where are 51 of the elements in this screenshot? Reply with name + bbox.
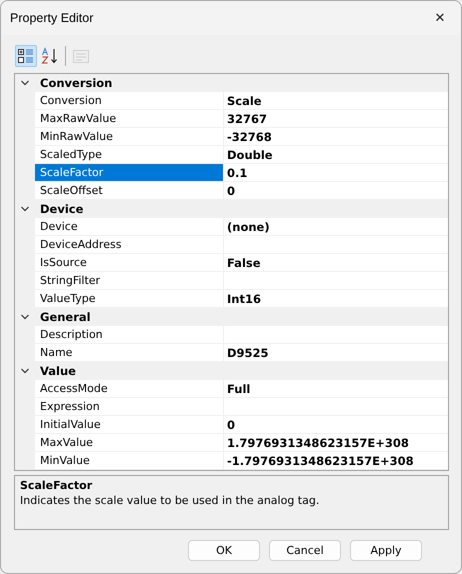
property-name[interactable]: ScaledType: [35, 146, 224, 163]
property-name[interactable]: Expression: [35, 398, 224, 415]
property-name[interactable]: DeviceAddress: [35, 236, 224, 253]
description-title: ScaleFactor: [20, 479, 94, 492]
category-header[interactable]: Conversion: [35, 76, 112, 90]
chevron-down-icon[interactable]: [20, 78, 30, 88]
property-name[interactable]: ScaleOffset: [35, 182, 224, 199]
property-name[interactable]: AccessMode: [35, 380, 224, 397]
property-name[interactable]: ScaleFactor: [35, 164, 224, 181]
categorized-icon: [17, 47, 35, 65]
property-value[interactable]: 0: [224, 416, 448, 433]
property-value[interactable]: 1.7976931348623157E+308: [224, 434, 448, 451]
property-name[interactable]: InitialValue: [35, 416, 224, 433]
window-title: Property Editor: [10, 11, 94, 25]
chevron-down-icon[interactable]: [20, 366, 30, 376]
property-value[interactable]: Int16: [224, 290, 448, 307]
property-value[interactable]: 0.1: [224, 164, 448, 181]
dialog-button[interactable]: Cancel: [269, 540, 341, 561]
categorized-button[interactable]: [15, 45, 37, 67]
property-value[interactable]: 32767: [224, 110, 448, 127]
category-header[interactable]: Device: [35, 202, 84, 216]
chevron-down-icon[interactable]: [20, 312, 30, 322]
chevron-down-icon[interactable]: [20, 204, 30, 214]
dialog-button[interactable]: OK: [188, 540, 260, 561]
property-name[interactable]: Conversion: [35, 92, 224, 109]
property-value[interactable]: Full: [224, 380, 448, 397]
property-value[interactable]: Scale: [224, 92, 448, 109]
property-name[interactable]: ValueType: [35, 290, 224, 307]
property-value[interactable]: 0: [224, 182, 448, 199]
property-name[interactable]: Name: [35, 344, 224, 361]
category-header[interactable]: Value: [35, 364, 76, 378]
property-name[interactable]: MaxValue: [35, 434, 224, 451]
property-pages-icon: [72, 47, 90, 65]
property-name[interactable]: Device: [35, 218, 224, 235]
property-name[interactable]: MinRawValue: [35, 128, 224, 145]
property-value[interactable]: False: [224, 254, 448, 271]
property-name[interactable]: Description: [35, 326, 224, 343]
property-value[interactable]: D9525: [224, 344, 448, 361]
close-button[interactable]: ✕: [419, 3, 461, 33]
property-value[interactable]: (none): [224, 218, 448, 235]
property-value[interactable]: -1.7976931348623157E+308: [224, 452, 448, 469]
description-text: Indicates the scale value to be used in the analog tag.: [20, 494, 320, 507]
sort-az-icon: [41, 47, 59, 65]
property-name[interactable]: MinValue: [35, 452, 224, 469]
dialog-button[interactable]: Apply: [350, 540, 422, 561]
property-value[interactable]: -32768: [224, 128, 448, 145]
category-header[interactable]: General: [35, 310, 91, 324]
property-value[interactable]: Double: [224, 146, 448, 163]
property-name[interactable]: StringFilter: [35, 272, 224, 289]
property-name[interactable]: IsSource: [35, 254, 224, 271]
property-name[interactable]: MaxRawValue: [35, 110, 224, 127]
